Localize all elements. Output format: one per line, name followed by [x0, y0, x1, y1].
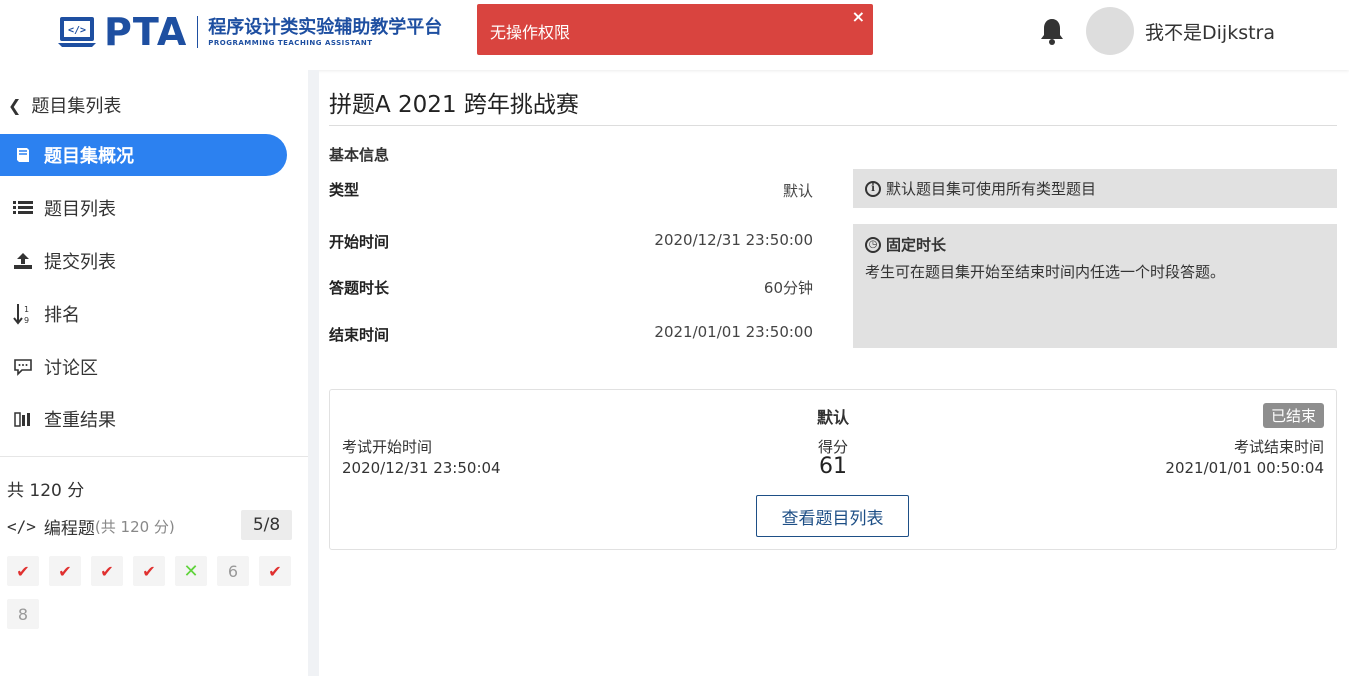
- total-score: 共 120 分: [7, 481, 85, 501]
- programming-label: 编程题: [43, 519, 95, 539]
- chevron-left-icon: ❮: [8, 95, 22, 115]
- exam-end-value: 2021/01/01 00:50:04: [1165, 459, 1324, 477]
- question-7[interactable]: ✔: [259, 556, 291, 586]
- book-icon: [12, 146, 34, 164]
- exam-end-label: 考试结束时间: [1233, 438, 1324, 456]
- sidebar-item-label: 排名: [44, 305, 80, 326]
- programming-sub: (共 120 分): [94, 518, 175, 536]
- back-label: 题目集列表: [31, 96, 122, 117]
- field-duration-value: 60分钟: [763, 279, 813, 297]
- question-1[interactable]: ✔: [7, 556, 39, 586]
- question-6[interactable]: 6: [217, 556, 249, 586]
- sidebar-divider: [308, 70, 319, 676]
- status-badge: 已结束: [1262, 403, 1324, 428]
- question-8[interactable]: 8: [7, 599, 39, 629]
- field-end-value: 2021/01/01 23:50:00: [654, 323, 813, 341]
- field-duration-label: 答题时长: [329, 279, 390, 297]
- close-icon[interactable]: ×: [852, 7, 865, 26]
- sidebar-item-label: 提交列表: [44, 252, 116, 273]
- type-info-text: 默认题目集可使用所有类型题目: [886, 180, 1097, 198]
- back-to-problem-sets[interactable]: ❮ 题目集列表: [8, 92, 121, 118]
- view-problem-list-button[interactable]: 查看题目列表: [756, 495, 909, 537]
- username[interactable]: 我不是Dijkstra: [1145, 18, 1275, 45]
- mode-desc: 考生可在题目集开始至结束时间内任选一个时段答题。: [865, 263, 1226, 281]
- error-toast: 无操作权限 ×: [477, 4, 873, 55]
- field-type-value: 默认: [782, 182, 813, 200]
- logo-cn: 程序设计类实验辅助教学平台: [208, 17, 443, 38]
- question-4[interactable]: ✔: [133, 556, 165, 586]
- exam-set-name: 默认: [816, 408, 849, 427]
- sidebar-item-label: 题目列表: [44, 199, 116, 220]
- page-title: 拼题A 2021 跨年挑战赛: [329, 92, 579, 118]
- logo-subtitle: 程序设计类实验辅助教学平台 PROGRAMMING TEACHING ASSIS…: [208, 17, 442, 47]
- sidebar-item-discussion[interactable]: 讨论区: [0, 346, 287, 388]
- field-start-label: 开始时间: [329, 233, 390, 251]
- bell-icon[interactable]: [1039, 16, 1065, 46]
- sidebar-item-overview[interactable]: 题目集概况: [0, 134, 287, 176]
- sidebar-item-submissions[interactable]: 提交列表: [0, 240, 287, 282]
- basic-info-heading: 基本信息: [329, 146, 390, 164]
- mode-info-box: ◷ 固定时长 考生可在题目集开始至结束时间内任选一个时段答题。: [853, 224, 1337, 348]
- field-start-value: 2020/12/31 23:50:00: [654, 231, 813, 249]
- code-icon: </>: [7, 517, 36, 536]
- avatar[interactable]: [1086, 7, 1134, 55]
- comment-icon: [12, 358, 34, 376]
- mode-title: 固定时长: [886, 236, 947, 254]
- exam-card: 默认 已结束 考试开始时间 2020/12/31 23:50:04 得分 61 …: [329, 389, 1337, 550]
- upload-icon: [12, 252, 34, 270]
- sidebar-item-ranking[interactable]: 19 排名: [0, 293, 287, 335]
- question-3[interactable]: ✔: [91, 556, 123, 586]
- logo-text: PTA: [104, 10, 188, 54]
- similarity-icon: [12, 410, 34, 428]
- svg-text:1: 1: [24, 305, 29, 314]
- question-2[interactable]: ✔: [49, 556, 81, 586]
- logo-code-icon: </>: [56, 15, 98, 49]
- programming-section: </> 编程题 (共 120 分): [7, 514, 175, 539]
- svg-text:9: 9: [24, 316, 29, 325]
- sidebar-item-label: 查重结果: [44, 410, 116, 431]
- title-divider: [329, 125, 1337, 126]
- list-icon: [12, 200, 34, 216]
- field-type-label: 类型: [329, 181, 360, 199]
- timer-icon: ◷: [865, 236, 881, 253]
- type-info-box: i 默认题目集可使用所有类型题目: [853, 169, 1337, 208]
- question-5[interactable]: ✕: [175, 556, 207, 586]
- toast-message: 无操作权限: [490, 23, 571, 42]
- logo-separator: [197, 16, 199, 48]
- programming-count: 5/8: [241, 510, 292, 540]
- info-icon: i: [865, 180, 881, 197]
- sort-numeric-icon: 19: [12, 303, 34, 325]
- sidebar-item-label: 讨论区: [44, 358, 98, 379]
- logo-en: PROGRAMMING TEACHING ASSISTANT: [208, 39, 373, 47]
- sidebar-item-plagiarism[interactable]: 查重结果: [0, 398, 287, 440]
- sidebar-separator: [0, 456, 308, 457]
- svg-text:</>: </>: [68, 25, 86, 36]
- sidebar-item-label: 题目集概况: [44, 146, 134, 167]
- pta-logo[interactable]: </> PTA 程序设计类实验辅助教学平台 PROGRAMMING TEACHI…: [56, 12, 442, 52]
- field-end-label: 结束时间: [329, 326, 390, 344]
- sidebar-item-problems[interactable]: 题目列表: [0, 187, 287, 229]
